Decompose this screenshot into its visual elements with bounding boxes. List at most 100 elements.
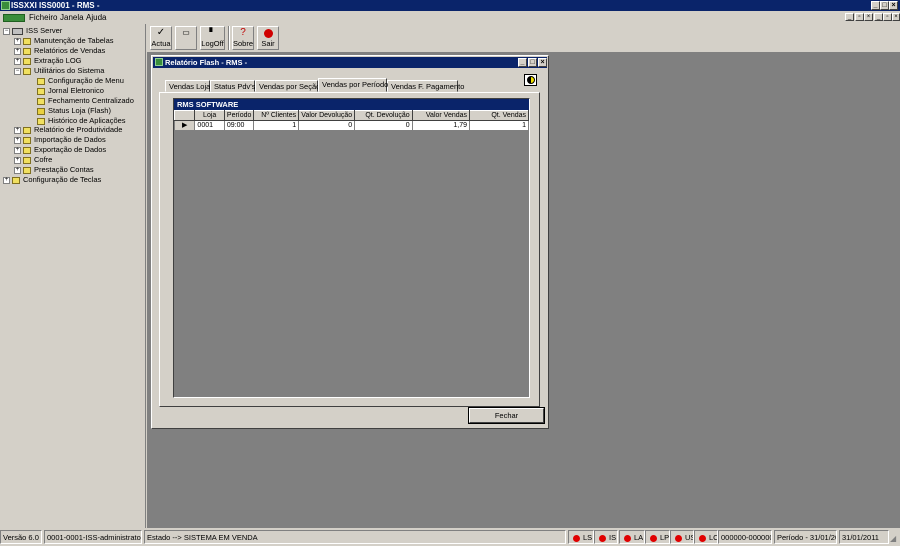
help-icon: ? — [240, 27, 246, 38]
indicator-is: IS — [594, 530, 618, 544]
window-title-bar[interactable]: Relatório Flash - RMS - _ □ × — [153, 57, 547, 68]
tree-item[interactable]: + Cofre — [14, 155, 52, 165]
state-panel: Estado --> SISTEMA EM VENDA — [144, 530, 566, 544]
collapse-icon[interactable]: − — [3, 27, 10, 35]
menu-ficheiro[interactable]: Ficheiro — [29, 11, 57, 24]
tree-subitem[interactable]: Fechamento Centralizado — [37, 96, 134, 106]
column-header[interactable]: Valor Vendas — [411, 110, 471, 121]
window-app-icon — [155, 58, 163, 66]
tree-item[interactable]: + Prestação Contas — [14, 165, 94, 175]
indicator-lp: LP — [645, 530, 670, 544]
window-title: Relatório Flash - RMS - — [165, 58, 248, 67]
status-led-icon — [573, 534, 580, 542]
table-cell[interactable]: 1 — [469, 120, 529, 131]
toolbar: ✓ Actua ▭ ▘ LogOff ? Sobre Sair — [147, 24, 900, 52]
indicator-ls: LS — [568, 530, 594, 544]
sair-button[interactable]: Sair — [257, 26, 279, 50]
folder-icon — [23, 146, 31, 154]
indicator-label: LC — [709, 533, 718, 542]
column-header[interactable]: Nº Clientes — [253, 110, 300, 121]
tree-subitem[interactable]: Jornal Eletronico — [37, 86, 104, 96]
tree-item[interactable]: + Manutenção de Tabelas — [14, 36, 114, 46]
server-icon — [12, 27, 23, 35]
document-icon — [37, 97, 45, 105]
table-cell[interactable]: 0 — [298, 120, 356, 131]
indicator-label: LS — [583, 533, 593, 542]
app-menu-icon[interactable] — [3, 14, 25, 22]
tab-vendas-loja[interactable]: Vendas Loja — [165, 80, 210, 92]
tree-item[interactable]: + Importação de Dados — [14, 135, 106, 145]
actua-button[interactable]: ✓ Actua — [150, 26, 172, 50]
date-panel: 31/01/2011 — [839, 530, 889, 544]
window-maximize-icon[interactable]: □ — [528, 58, 537, 67]
mdi2-restore-icon[interactable]: ▫ — [883, 13, 892, 21]
resize-grip-icon[interactable]: ◢ — [890, 534, 896, 543]
tree-item[interactable]: + Exportação de Dados — [14, 145, 106, 155]
tree-subitem-selected[interactable]: Status Loja (Flash) — [37, 106, 111, 116]
tree-item-label: Importação de Dados — [34, 135, 106, 144]
stop-icon — [258, 27, 278, 39]
table-cell[interactable]: 1,79 — [411, 120, 471, 131]
tab-vendas-por-periodo[interactable]: Vendas por Período — [318, 78, 388, 92]
menu-janela[interactable]: Janela — [60, 11, 84, 24]
table-header-row: Loja Período Nº Clientes Valor Devolução… — [173, 110, 529, 121]
window-minimize-icon[interactable]: _ — [518, 58, 527, 67]
menu-ajuda[interactable]: Ajuda — [86, 11, 106, 24]
mdi-minimize-icon[interactable]: _ — [845, 13, 854, 21]
tree-item-label: Configuração de Teclas — [23, 175, 102, 184]
table-cell[interactable]: 09:00 — [223, 120, 255, 131]
table-cell[interactable]: 0001 — [194, 120, 225, 131]
document-open-icon — [37, 107, 45, 115]
minimize-icon[interactable]: _ — [871, 1, 880, 10]
user-panel: 0001-0001-ISS-administrator — [44, 530, 142, 544]
sobre-button[interactable]: ? Sobre — [232, 26, 254, 50]
period-panel: Período - 31/01/2011 — [774, 530, 837, 544]
data-grid: RMS SOFTWARE Loja Período Nº Clientes Va… — [173, 98, 530, 398]
tree-root[interactable]: − ISS Server — [3, 26, 62, 36]
code-panel: 000000-000000 — [718, 530, 772, 544]
tree-item-label: Cofre — [34, 155, 53, 164]
row-indicator-header — [173, 110, 196, 121]
app-title: ISSXXI ISS0001 - RMS - — [11, 1, 100, 10]
mdi-restore-icon[interactable]: ▫ — [855, 13, 864, 21]
tree-item[interactable]: − Utilitários do Sistema — [14, 66, 104, 76]
tree-item-label: Relatórios de Vendas — [34, 46, 106, 55]
window-button[interactable]: ▭ — [175, 26, 197, 50]
table-cell[interactable]: 0 — [354, 120, 413, 131]
tab-status-pdvs[interactable]: Status Pdv's — [210, 80, 255, 92]
tab-vendas-f-pagamento[interactable]: Vendas F. Pagamento — [387, 80, 464, 92]
mdi2-close-icon[interactable]: × — [892, 13, 900, 21]
column-header[interactable]: Período — [223, 110, 255, 121]
navigation-tree: − ISS Server + Manutenção de Tabelas + Rela… — [0, 24, 146, 528]
tree-item[interactable]: + Relatório de Produtividade — [14, 125, 122, 135]
tree-subitem[interactable]: Configuração de Menu — [37, 76, 124, 86]
tab-vendas-por-secao[interactable]: Vendas por Seção — [255, 80, 320, 92]
relatorio-flash-window: Relatório Flash - RMS - _ □ × Vendas Loj… — [151, 55, 549, 429]
tree-subitem-label: Histórico de Aplicações — [48, 116, 126, 125]
indicator-label: US — [685, 533, 693, 542]
table-cell[interactable]: 1 — [253, 120, 300, 131]
column-header[interactable]: Loja — [194, 110, 225, 121]
tree-item-label: Extração LOG — [34, 56, 82, 65]
column-header[interactable]: Qt. Devolução — [354, 110, 413, 121]
folder-icon — [23, 126, 31, 134]
status-led-icon — [675, 534, 682, 542]
maximize-icon[interactable]: □ — [880, 1, 889, 10]
fechar-button[interactable]: Fechar — [468, 407, 545, 424]
table-row[interactable]: ▶ 0001 09:00 1 0 0 1,79 1 — [173, 120, 529, 131]
folder-open-icon — [23, 67, 31, 75]
logoff-button[interactable]: ▘ LogOff — [200, 26, 225, 50]
tree-item[interactable]: + Extração LOG — [14, 56, 82, 66]
folder-icon — [23, 156, 31, 164]
folder-icon — [23, 166, 31, 174]
column-header[interactable]: Valor Devolução — [298, 110, 356, 121]
tree-item[interactable]: + Relatórios de Vendas — [14, 46, 105, 56]
tree-item[interactable]: + Configuração de Teclas — [3, 175, 101, 185]
close-icon[interactable]: × — [889, 1, 898, 10]
window-close-icon[interactable]: × — [538, 58, 547, 67]
mdi2-minimize-icon[interactable]: _ — [874, 13, 883, 21]
mdi-close-icon[interactable]: × — [864, 13, 873, 21]
contrast-button[interactable] — [524, 74, 537, 86]
column-header[interactable]: Qt. Vendas — [469, 110, 529, 121]
status-bar: Versão 6.0 0001-0001-ISS-administrator E… — [0, 528, 900, 546]
